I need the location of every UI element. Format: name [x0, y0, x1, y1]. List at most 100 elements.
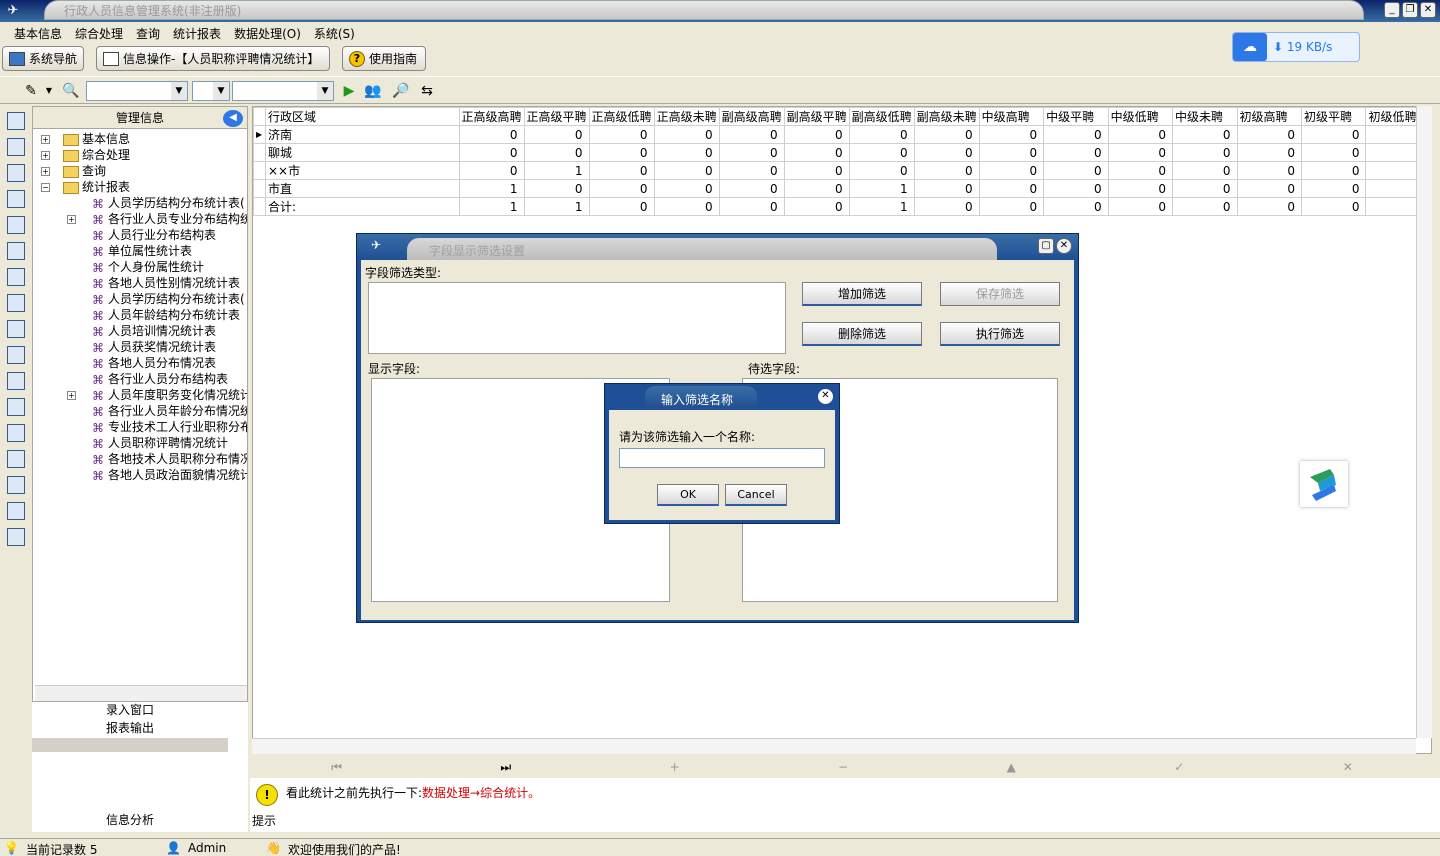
count-cell[interactable]: 0 [1236, 161, 1302, 180]
tree-report-item[interactable]: ⌘ 各地人员分布情况表 [91, 355, 247, 371]
id-card-icon[interactable] [7, 398, 25, 416]
current-row-indicator[interactable]: ▶ [253, 125, 266, 144]
tree-folder-integrated[interactable]: 综合处理 [63, 147, 130, 163]
count-cell[interactable]: 0 [978, 125, 1045, 144]
count-cell[interactable]: 0 [588, 125, 655, 144]
cancel-record-icon[interactable]: ✕ [1343, 760, 1353, 774]
list-icon[interactable] [7, 424, 25, 442]
count-cell[interactable]: 0 [1172, 161, 1238, 180]
chart-icon[interactable] [7, 216, 25, 234]
count-cell[interactable]: 0 [913, 161, 980, 180]
field-select[interactable]: ▼ [86, 81, 188, 101]
count-cell[interactable]: 0 [1107, 197, 1174, 216]
column-header[interactable]: 副高级低聘 [848, 107, 915, 126]
count-cell[interactable]: 0 [913, 179, 980, 198]
tree-report-item[interactable]: ⌘ 人员年龄结构分布统计表 [91, 307, 247, 323]
expand-icon[interactable]: + [67, 215, 76, 224]
count-cell[interactable]: 0 [523, 125, 590, 144]
find-next-icon[interactable]: 🔎 [392, 82, 410, 100]
filter-type-list[interactable] [368, 282, 786, 354]
minimize-icon[interactable]: _ [1384, 2, 1400, 18]
column-header[interactable]: 正高级低聘 [588, 107, 655, 126]
column-header[interactable]: 中级未聘 [1172, 107, 1238, 126]
org-chart-icon[interactable] [7, 138, 25, 156]
tree-folder-query[interactable]: 查询 [63, 163, 106, 179]
tree-folder-basic[interactable]: 基本信息 [63, 131, 130, 147]
row-indicator[interactable] [253, 179, 266, 198]
count-cell[interactable]: 0 [1172, 179, 1238, 198]
count-cell[interactable]: 0 [653, 197, 720, 216]
column-header[interactable]: 正高级平聘 [523, 107, 590, 126]
restore-icon[interactable]: ❐ [1402, 2, 1418, 18]
dropdown-arrow-icon[interactable]: ▼ [44, 82, 54, 100]
tree-report-item[interactable]: ⌘ 各地人员性别情况统计表 [91, 275, 247, 291]
count-cell[interactable]: 0 [718, 161, 785, 180]
expand-icon[interactable]: + [41, 167, 50, 176]
count-cell[interactable]: 0 [1300, 179, 1367, 198]
card-icon[interactable] [7, 164, 25, 182]
count-cell[interactable]: 0 [718, 143, 785, 162]
column-header[interactable]: 正高级高聘 [458, 107, 525, 126]
count-cell[interactable]: 0 [1300, 143, 1367, 162]
count-cell[interactable]: 0 [588, 179, 655, 198]
tree-report-item[interactable]: ⌘ 人员获奖情况统计表 [91, 339, 247, 355]
find-user-icon[interactable]: 👥 [364, 82, 382, 100]
region-cell[interactable]: 合计: [264, 197, 460, 216]
count-cell[interactable]: 0 [913, 197, 980, 216]
column-header[interactable]: 中级平聘 [1043, 107, 1109, 126]
count-cell[interactable]: 0 [1300, 125, 1367, 144]
count-cell[interactable]: 0 [718, 197, 785, 216]
column-header[interactable]: 副高级未聘 [913, 107, 980, 126]
edit-record-icon[interactable]: ▲ [1007, 760, 1016, 774]
count-cell[interactable]: 0 [523, 179, 590, 198]
count-cell[interactable]: 0 [1107, 179, 1174, 198]
expand-icon[interactable]: + [41, 135, 50, 144]
tree-report-item[interactable]: ⌘ 个人身份属性统计 [91, 259, 247, 275]
tree-report-item[interactable]: ⌘ 各行业人员分布结构表 [91, 371, 247, 387]
menu-system[interactable]: 系统(S) [314, 25, 355, 42]
tree-report-item[interactable]: ⌘ 单位属性统计表 [91, 243, 247, 259]
first-record-icon[interactable]: ⏮ [331, 760, 342, 775]
count-cell[interactable]: 0 [848, 161, 915, 180]
count-cell[interactable]: 0 [588, 161, 655, 180]
count-cell[interactable]: 0 [1043, 125, 1109, 144]
column-header[interactable]: 中级低聘 [1107, 107, 1174, 126]
save-filter-button[interactable]: 保存筛选 [940, 282, 1060, 306]
close-icon[interactable]: ✕ [1056, 238, 1072, 254]
count-cell[interactable]: 0 [1300, 161, 1367, 180]
report-output-item[interactable]: 报表输出 [32, 720, 228, 737]
count-cell[interactable]: 0 [1172, 125, 1238, 144]
count-cell[interactable]: 0 [783, 161, 850, 180]
count-cell[interactable]: 0 [653, 179, 720, 198]
tree-horizontal-scrollbar[interactable] [35, 685, 247, 701]
add-record-icon[interactable]: + [670, 760, 680, 774]
count-cell[interactable]: 0 [848, 143, 915, 162]
info-analysis-item[interactable]: 信息分析 [32, 812, 228, 829]
filter-name-input[interactable] [619, 448, 825, 468]
delete-filter-button[interactable]: 删除筛选 [802, 322, 922, 346]
table-row[interactable]: 市直100000100000000 [253, 179, 1431, 198]
count-cell[interactable]: 1 [458, 179, 525, 198]
column-header[interactable]: 副高级平聘 [783, 107, 850, 126]
grid-vertical-scrollbar[interactable] [1416, 106, 1432, 738]
count-cell[interactable]: 1 [523, 197, 590, 216]
count-cell[interactable]: 0 [913, 125, 980, 144]
tree-report-item[interactable]: ⌘ 人员学历结构分布统计表( [91, 195, 247, 211]
run-icon[interactable]: ▶ [340, 82, 358, 100]
tree-report-item[interactable]: ⌘ 各行业人员专业分布结构统 [91, 211, 247, 227]
region-cell[interactable]: 聊城 [264, 143, 460, 162]
count-cell[interactable]: 0 [1172, 143, 1238, 162]
network-speed-widget[interactable]: ☁ ⬇ 19 KB/s [1232, 32, 1360, 62]
filter-icon[interactable]: ⇆ [418, 82, 436, 100]
link-icon[interactable] [7, 372, 25, 390]
tree-report-item[interactable]: ⌘ 各行业人员年龄分布情况统 [91, 403, 247, 419]
close-icon[interactable]: ✕ [1420, 2, 1436, 18]
table-row[interactable]: 合计:110000100000000 [253, 197, 1431, 216]
collapse-node-icon[interactable]: − [41, 183, 50, 192]
tree-report-item[interactable]: ⌘ 专业技术工人行业职称分布 [91, 419, 247, 435]
column-header[interactable]: 中级高聘 [978, 107, 1045, 126]
maximize-icon[interactable]: ▢ [1038, 238, 1054, 254]
region-cell[interactable]: 济南 [264, 125, 460, 144]
column-header[interactable]: 正高级未聘 [653, 107, 720, 126]
ok-button[interactable]: OK [657, 484, 719, 506]
